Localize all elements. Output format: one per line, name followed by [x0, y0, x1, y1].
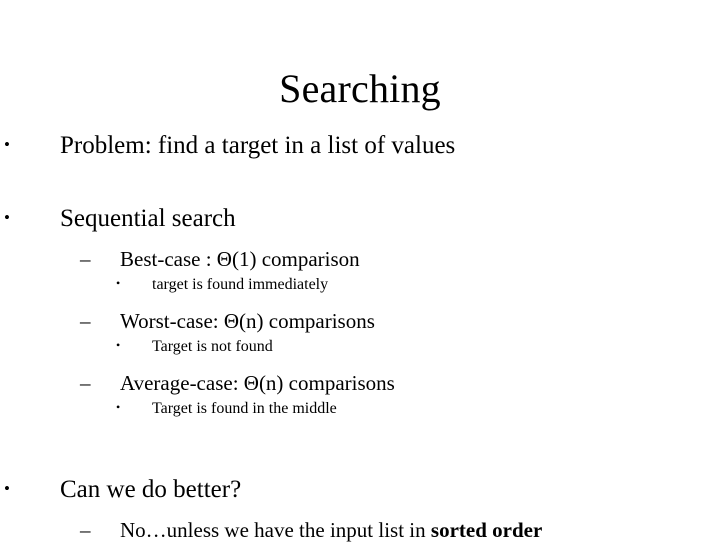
bullet-average-case-label: Average-case: Θ(n) comparisons [120, 371, 395, 395]
bullet-dash-icon: – [80, 371, 91, 395]
bullet-answer-prefix: No…unless we have the input list in [120, 518, 431, 542]
bullet-can-we-do-better: • Can we do better? [0, 474, 720, 505]
bullet-dash-icon: – [80, 518, 91, 542]
bullet-dash-icon: – [80, 309, 91, 333]
bullet-worst-case-detail: • Target is not found [0, 334, 720, 358]
bullet-sequential-search-label: Sequential search [60, 205, 236, 232]
bullet-dot-small-icon: • [116, 338, 121, 352]
bullet-dot-icon: • [4, 479, 10, 498]
bullet-worst-case-label: Worst-case: Θ(n) comparisons [120, 309, 375, 333]
bullet-can-we-do-better-label: Can we do better? [60, 476, 242, 503]
slide: Searching • Problem: find a target in a l… [0, 0, 720, 543]
page-title: Searching [279, 66, 441, 111]
bullet-problem-label: Problem: find a target in a list of valu… [60, 132, 456, 159]
bullet-best-case-label: Best-case : Θ(1) comparison [120, 247, 360, 271]
bullet-sequential-search: • Sequential search [0, 203, 720, 234]
bullet-best-case: – Best-case : Θ(1) comparison [0, 246, 720, 272]
bullet-answer-emphasis: sorted order [430, 518, 543, 542]
bullet-worst-case-detail-label: Target is not found [152, 338, 273, 355]
bullet-average-case-detail: • Target is found in the middle [0, 396, 720, 420]
bullet-problem: • Problem: find a target in a list of val… [0, 130, 720, 161]
bullet-dash-icon: – [80, 247, 91, 271]
bullet-worst-case: – Worst-case: Θ(n) comparisons [0, 308, 720, 334]
bullet-best-case-detail: • target is found immediately [0, 272, 720, 296]
bullet-dot-small-icon: • [116, 400, 121, 414]
bullet-dot-icon: • [4, 208, 10, 227]
bullet-average-case-detail-label: Target is found in the middle [152, 400, 337, 417]
bullet-average-case: – Average-case: Θ(n) comparisons [0, 370, 720, 396]
bullet-dot-small-icon: • [116, 276, 121, 290]
bullet-dot-icon: • [4, 135, 10, 154]
bullet-best-case-detail-label: target is found immediately [152, 276, 329, 293]
slide-body: • Problem: find a target in a list of val… [0, 130, 720, 543]
bullet-answer: – No…unless we have the input list in sor… [0, 517, 720, 543]
